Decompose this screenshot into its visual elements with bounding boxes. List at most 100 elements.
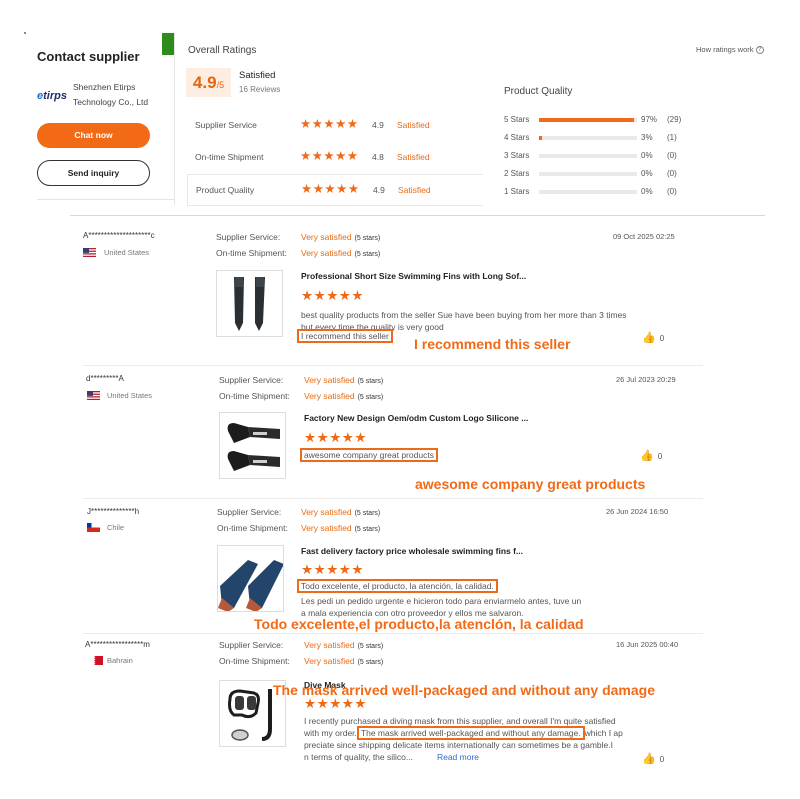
distribution-row: 3 Stars 0% (0) — [504, 151, 677, 160]
reviewer-country: United States — [107, 391, 153, 400]
supplier-logo: etirps — [37, 90, 67, 102]
distribution-row: 2 Stars 0% (0) — [504, 169, 677, 178]
supplier-service-value: Very satisfied (5 stars) — [304, 375, 384, 385]
star-icons: ★★★★★ — [300, 149, 359, 163]
highlight-caption: awesome company great products — [415, 476, 646, 492]
panel-divider — [174, 33, 175, 205]
reviewer-name: d*********A — [86, 374, 124, 383]
product-thumbnail[interactable] — [219, 412, 286, 479]
distribution-bar — [539, 136, 637, 140]
product-title-link[interactable]: Factory New Design Oem/odm Custom Logo S… — [304, 413, 528, 423]
reviewer-name: J**************h — [87, 507, 140, 516]
like-button[interactable]: 👍 0 — [642, 752, 664, 765]
review-divider — [83, 633, 703, 634]
rating-status: Satisfied — [397, 120, 430, 130]
star-icons: ★★★★★ — [304, 430, 368, 445]
review-date: 26 Jul 2023 20:29 — [616, 375, 676, 384]
product-title-link[interactable]: Professional Short Size Swimming Fins wi… — [301, 271, 526, 281]
reviewer-country: Chile — [107, 523, 125, 532]
divider — [37, 199, 175, 200]
supplier-service-value: Very satisfied (5 stars) — [301, 232, 381, 242]
us-flag-icon — [83, 248, 96, 257]
reviewer-country: United States — [104, 248, 150, 257]
supplier-service-value: Very satisfied (5 stars) — [304, 640, 384, 650]
distribution-bar — [539, 118, 637, 122]
reviewer-country: Bahrain — [107, 656, 133, 665]
review-text-line: with my order. The mask arrived well-pack… — [304, 726, 623, 740]
review-highlight: awesome company great products — [300, 448, 438, 462]
section-divider — [70, 215, 765, 216]
distribution-row: 1 Stars 0% (0) — [504, 187, 677, 196]
highlight-caption: Todo excelente,el producto,la atenclón, … — [254, 616, 584, 632]
distribution-row: 5 Stars 97% (29) — [504, 115, 682, 124]
shipment-label: On-time Shipment: — [219, 656, 290, 666]
rating-score: 4.9 — [372, 120, 384, 130]
overall-ratings-title: Overall Ratings — [188, 45, 257, 56]
star-icons: ★★★★★ — [301, 288, 365, 303]
review-text-line: preciate since shipping delicate items i… — [304, 740, 613, 750]
rating-status: Satisfied — [398, 185, 431, 195]
rating-row-on-time-shipment: On-time Shipment ★★★★★ 4.8 Satisfied — [187, 142, 483, 174]
like-button[interactable]: 👍 0 — [642, 331, 664, 344]
review-highlight: The mask arrived well-packaged and witho… — [356, 726, 585, 740]
review-highlight: I recommend this seller — [297, 329, 393, 343]
rating-score: 4.9 — [373, 185, 385, 195]
supplier-service-value: Very satisfied (5 stars) — [301, 507, 381, 517]
shipment-label: On-time Shipment: — [219, 391, 290, 401]
rating-label: Product Quality — [196, 185, 255, 195]
review-text-line: n terms of quality, the silico... Read mo… — [304, 752, 480, 762]
rating-label: Supplier Service — [195, 120, 257, 130]
contact-supplier-title: Contact supplier — [37, 49, 140, 64]
review-date: 26 Jun 2024 16:50 — [606, 507, 669, 516]
us-flag-icon — [87, 391, 100, 400]
distribution-bar — [539, 172, 637, 176]
highlight-caption: The mask arrived well-packaged and witho… — [273, 682, 656, 698]
supplier-service-label: Supplier Service: — [216, 232, 281, 242]
star-icons: ★★★★★ — [304, 696, 368, 711]
star-icons: ★★★★★ — [300, 117, 359, 131]
read-more-link[interactable]: Read more — [437, 752, 479, 762]
thumbs-up-icon: 👍 — [642, 332, 656, 344]
rating-row-product-quality[interactable]: Product Quality ★★★★★ 4.9 Satisfied — [187, 174, 483, 206]
supplier-service-label: Supplier Service: — [219, 640, 284, 650]
like-button[interactable]: 👍 0 — [640, 449, 662, 462]
reviewer-name: A*****************m — [85, 640, 150, 649]
distribution-row: 4 Stars 3% (1) — [504, 133, 677, 142]
review-date: 09 Oct 2025 02:25 — [613, 232, 675, 241]
supplier-service-label: Supplier Service: — [219, 375, 284, 385]
question-icon: ? — [755, 46, 764, 55]
reviews-count: 16 Reviews — [239, 85, 281, 94]
shipment-value: Very satisfied (5 stars) — [304, 656, 384, 666]
rating-label: On-time Shipment — [195, 152, 264, 162]
chat-now-button[interactable]: Chat now — [37, 123, 150, 148]
how-ratings-work-link[interactable]: How ratings work? — [696, 45, 764, 55]
rating-score: 4.8 — [372, 152, 384, 162]
star-icons: ★★★★★ — [301, 182, 360, 196]
supplier-service-label: Supplier Service: — [217, 507, 282, 517]
decorative-dot — [24, 32, 26, 34]
product-title-link[interactable]: Fast delivery factory price wholesale sw… — [301, 546, 523, 556]
chile-flag-icon — [87, 523, 100, 532]
overall-score-badge: 4.9/5 — [186, 68, 231, 97]
product-thumbnail[interactable] — [216, 270, 283, 337]
review-date: 16 Jun 2025 00:40 — [616, 640, 679, 649]
rating-status: Satisfied — [397, 152, 430, 162]
review-divider — [83, 498, 703, 499]
rating-row-supplier-service: Supplier Service ★★★★★ 4.9 Satisfied — [187, 110, 483, 142]
product-thumbnail[interactable] — [217, 545, 284, 612]
thumbs-up-icon: 👍 — [642, 753, 656, 765]
shipment-value: Very satisfied (5 stars) — [301, 523, 381, 533]
supplier-name[interactable]: Shenzhen Etirps Technology Co., Ltd — [73, 80, 163, 110]
shipment-label: On-time Shipment: — [217, 523, 288, 533]
highlight-caption: I recommend this seller — [414, 336, 571, 352]
review-divider — [83, 365, 703, 366]
review-highlight: Todo excelente, el producto, la atención… — [297, 579, 498, 593]
shipment-value: Very satisfied (5 stars) — [304, 391, 384, 401]
shipment-value: Very satisfied (5 stars) — [301, 248, 381, 258]
bahrain-flag-icon — [90, 656, 103, 665]
overall-status: Satisfied — [239, 70, 276, 81]
product-quality-title: Product Quality — [504, 86, 573, 97]
send-inquiry-button[interactable]: Send inquiry — [37, 160, 150, 186]
distribution-bar — [539, 190, 637, 194]
distribution-bar — [539, 154, 637, 158]
